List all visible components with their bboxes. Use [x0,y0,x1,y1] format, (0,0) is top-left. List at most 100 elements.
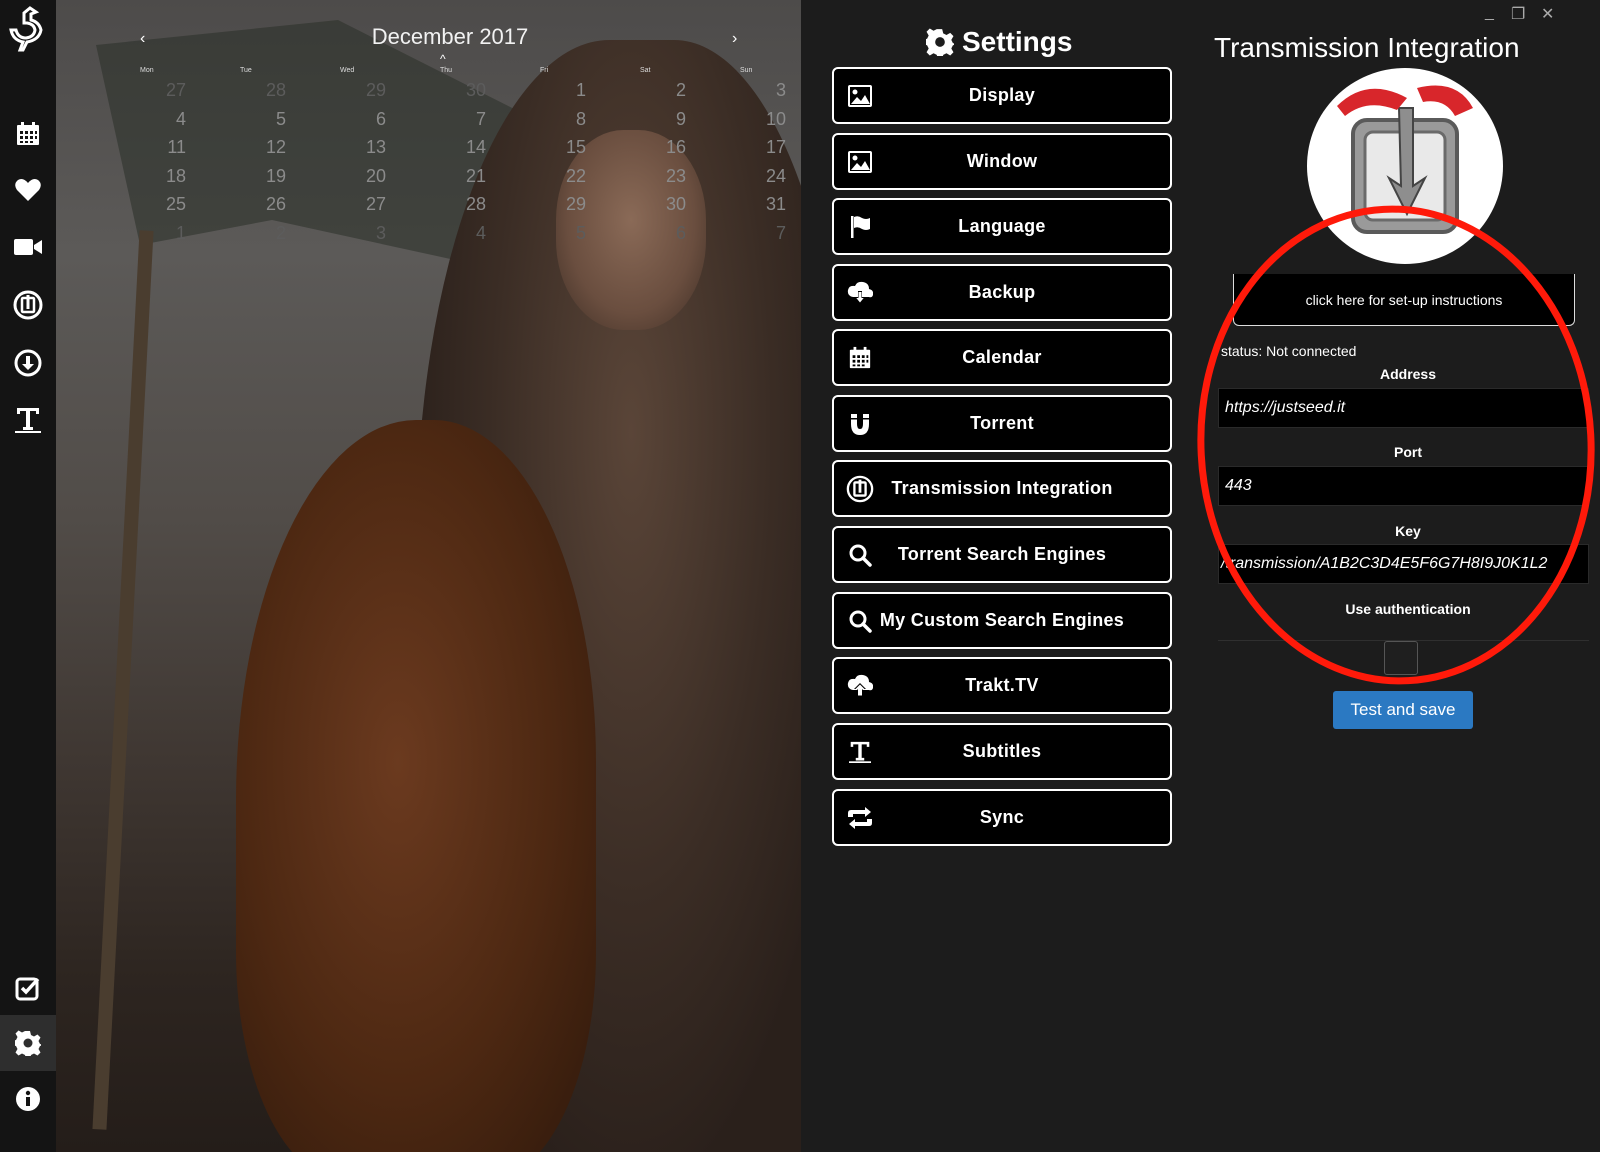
setup-instructions-button[interactable]: click here for set-up instructions [1233,274,1575,326]
calendar-day[interactable]: 3 [700,76,800,105]
settings-menu-item-my-custom-search-engines[interactable]: My Custom Search Engines [832,592,1172,649]
close-button[interactable]: ✕ [1541,4,1554,24]
settings-heading: Settings [926,26,1072,58]
gear-icon[interactable] [0,1015,56,1071]
calendar-day[interactable]: 11 [100,133,200,162]
calendar-day[interactable]: 21 [400,162,500,191]
calendar-day[interactable]: 18 [100,162,200,191]
calendar-day[interactable]: 8 [500,105,600,134]
calendar-day[interactable]: 1 [100,219,200,248]
calendar-day[interactable]: 29 [300,76,400,105]
gear-icon [926,28,954,56]
calendar-day[interactable]: 10 [700,105,800,134]
info-icon[interactable] [0,1071,56,1127]
calendar-day[interactable]: 7 [400,105,500,134]
calendar-day[interactable]: 26 [200,190,300,219]
settings-menu-item-backup[interactable]: Backup [832,264,1172,321]
logo-bird-icon[interactable] [0,2,56,58]
auth-checkbox[interactable] [1384,641,1418,675]
calendar-day[interactable]: 9 [600,105,700,134]
address-label: Address [1379,366,1437,382]
calendar-day[interactable]: 20 [300,162,400,191]
cloud-upload-icon [846,672,874,700]
transmission-logo [1307,68,1503,264]
calendar-day[interactable]: 4 [100,105,200,134]
restore-button[interactable]: ❐ [1511,4,1525,24]
settings-menu-label: Backup [968,282,1036,302]
calendar-day[interactable]: 13 [300,133,400,162]
minimize-button[interactable]: _ [1485,4,1494,22]
subtitles-icon [846,738,874,766]
flag-icon [846,213,874,241]
subtitles-icon[interactable] [0,392,56,448]
image-icon [846,148,874,176]
image-icon [846,82,874,110]
calendar-day[interactable]: 17 [700,133,800,162]
transmission-icon[interactable] [0,277,56,333]
calendar-day[interactable]: 2 [200,219,300,248]
calendar-day[interactable]: 27 [100,76,200,105]
weekday-label: Tue [240,67,252,74]
calendar-day[interactable]: 30 [400,76,500,105]
calendar-day[interactable]: 5 [500,219,600,248]
calendar-day[interactable]: 19 [200,162,300,191]
settings-menu-item-torrent-search-engines[interactable]: Torrent Search Engines [832,526,1172,583]
settings-menu-label: Torrent [970,413,1034,433]
calendar-day[interactable]: 30 [600,190,700,219]
settings-menu-item-trakt-tv[interactable]: Trakt.TV [832,657,1172,714]
calendar-day[interactable]: 12 [200,133,300,162]
settings-menu-label: Trakt.TV [965,675,1039,695]
settings-menu-item-sync[interactable]: Sync [832,789,1172,846]
calendar-day[interactable]: 7 [700,219,800,248]
settings-menu-item-torrent[interactable]: Torrent [832,395,1172,452]
video-camera-icon[interactable] [0,219,56,275]
settings-menu-item-subtitles[interactable]: Subtitles [832,723,1172,780]
calendar-day[interactable]: 6 [300,105,400,134]
auth-label: Use authentication [1345,601,1471,617]
calendar-day[interactable]: 5 [200,105,300,134]
weekday-label: Sat [640,67,651,74]
address-field[interactable]: https://justseed.it [1218,388,1589,428]
calendar-day[interactable]: 24 [700,162,800,191]
calendar-day[interactable]: 3 [300,219,400,248]
calendar-prev-button[interactable]: ‹ [140,30,145,48]
calendar-day[interactable]: 31 [700,190,800,219]
calendar-day[interactable]: 15 [500,133,600,162]
key-field[interactable]: /transmission/A1B2C3D4E5F6G7H8I9J0K1L2 [1218,544,1589,584]
search-icon [846,541,874,569]
calendar-up-button[interactable]: ^ [440,52,446,66]
calendar-day[interactable]: 14 [400,133,500,162]
calendar-day[interactable]: 6 [600,219,700,248]
calendar-day[interactable]: 29 [500,190,600,219]
calendar-day[interactable]: 22 [500,162,600,191]
calendar-title[interactable]: December 2017 [360,24,540,50]
calendar-day[interactable]: 27 [300,190,400,219]
calendar-day[interactable]: 25 [100,190,200,219]
download-icon[interactable] [0,335,56,391]
settings-menu-item-window[interactable]: Window [832,133,1172,190]
calendar-day[interactable]: 28 [400,190,500,219]
checkbox-icon[interactable] [0,960,56,1016]
test-and-save-button[interactable]: Test and save [1333,691,1473,729]
horse-shape [236,420,596,1152]
detail-title: Transmission Integration [1214,32,1520,63]
heart-icon[interactable] [0,162,56,218]
calendar-day[interactable]: 4 [400,219,500,248]
calendar-day[interactable]: 2 [600,76,700,105]
port-field[interactable]: 443 [1218,466,1589,506]
calendar-day[interactable]: 1 [500,76,600,105]
settings-menu-item-display[interactable]: Display [832,67,1172,124]
connection-status: status: Not connected [1221,343,1357,359]
calendar-day[interactable]: 28 [200,76,300,105]
settings-menu-item-language[interactable]: Language [832,198,1172,255]
settings-menu-item-calendar[interactable]: Calendar [832,329,1172,386]
search-icon [846,607,874,635]
magnet-icon [846,410,874,438]
settings-menu-label: Language [958,216,1046,236]
calendar-day[interactable]: 16 [600,133,700,162]
calendar-next-button[interactable]: › [732,30,737,48]
weekday-label: Fri [540,67,549,74]
settings-menu-item-transmission-integration[interactable]: Transmission Integration [832,460,1172,517]
calendar-day[interactable]: 23 [600,162,700,191]
calendar-icon[interactable] [0,106,56,162]
